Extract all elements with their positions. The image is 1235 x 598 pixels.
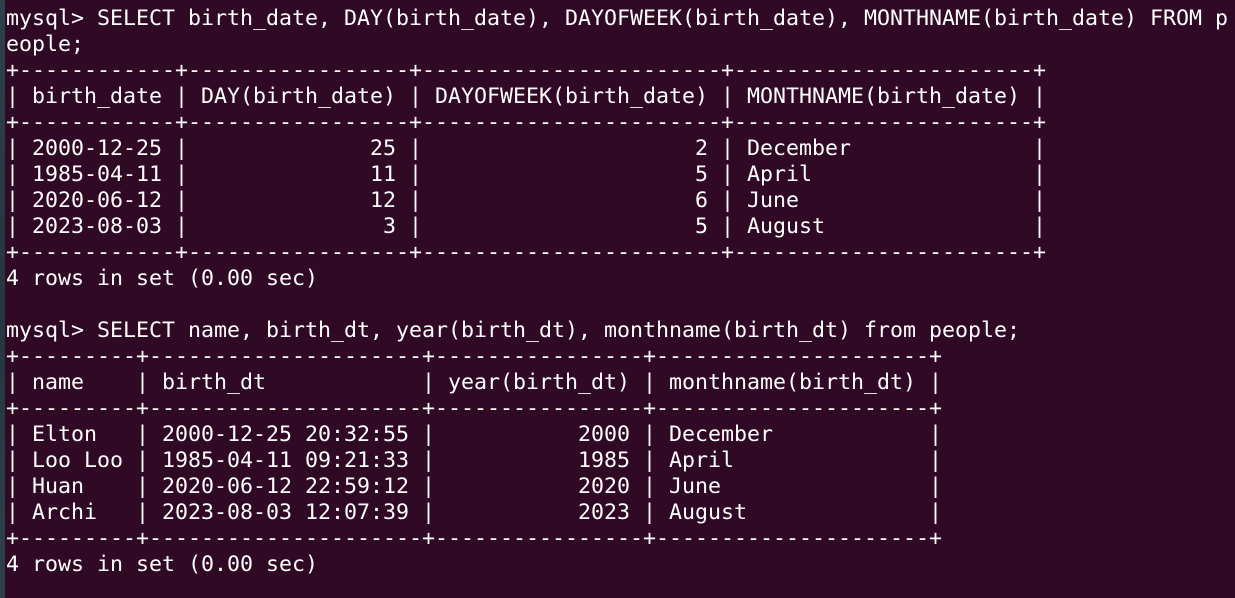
table-2-row: | Archi | 2023-08-03 12:07:39 | 2023 | A… — [6, 500, 943, 525]
table-2-row: | Loo Loo | 1985-04-11 09:21:33 | 1985 |… — [6, 448, 943, 473]
table-2-border-mid: +---------+---------------------+-------… — [6, 396, 943, 421]
table-1-row: | 2000-12-25 | 25 | 2 | December | — [6, 136, 1047, 161]
table-2-border-top: +---------+---------------------+-------… — [6, 344, 943, 369]
query-2-prompt: mysql> SELECT name, birth_dt, year(birth… — [6, 318, 1021, 343]
table-1-border-top: +------------+-----------------+--------… — [6, 58, 1047, 83]
table-1-border-bottom: +------------+-----------------+--------… — [6, 240, 1047, 265]
query-1-status: 4 rows in set (0.00 sec) — [6, 266, 319, 291]
table-1-border-mid: +------------+-----------------+--------… — [6, 110, 1047, 135]
query-2-status: 4 rows in set (0.00 sec) — [6, 552, 319, 577]
terminal-window[interactable]: mysql> SELECT birth_date, DAY(birth_date… — [0, 0, 1235, 598]
table-2-header-row: | name | birth_dt | year(birth_dt) | mon… — [6, 370, 943, 395]
table-1-row: | 2020-06-12 | 12 | 6 | June | — [6, 188, 1047, 213]
table-2-border-bottom: +---------+---------------------+-------… — [6, 526, 943, 551]
table-1-row: | 1985-04-11 | 11 | 5 | April | — [6, 162, 1047, 187]
table-2-row: | Elton | 2000-12-25 20:32:55 | 2000 | D… — [6, 422, 943, 447]
table-1-header-row: | birth_date | DAY(birth_date) | DAYOFWE… — [6, 84, 1047, 109]
query-1-prompt-wrap: eople; — [6, 32, 85, 57]
table-1-row: | 2023-08-03 | 3 | 5 | August | — [6, 214, 1047, 239]
table-2-row: | Huan | 2020-06-12 22:59:12 | 2020 | Ju… — [6, 474, 943, 499]
query-1-prompt: mysql> SELECT birth_date, DAY(birth_date… — [6, 6, 1229, 31]
window-edge — [0, 0, 5, 598]
